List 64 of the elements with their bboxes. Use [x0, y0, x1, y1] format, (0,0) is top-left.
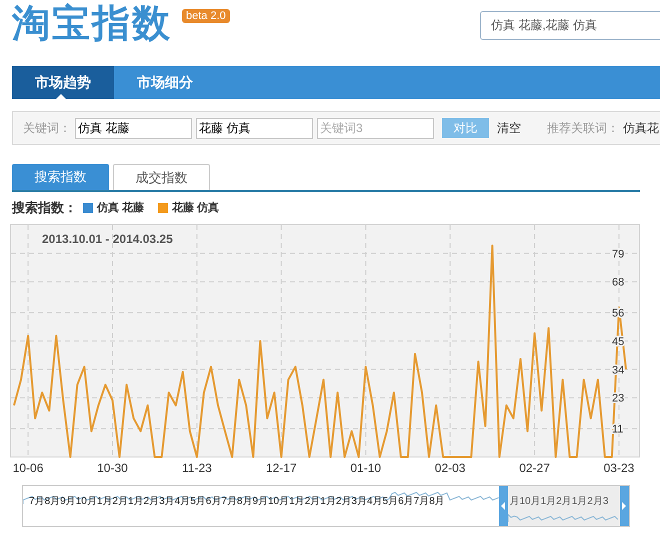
right-handle[interactable] [620, 486, 629, 526]
caret-right-icon [622, 502, 627, 510]
month-label: 1月 [128, 496, 144, 508]
month-label: 4月 [174, 496, 190, 508]
month-label: 1月 [96, 496, 112, 508]
keyword-field[interactable]: 仿真 花藤 [75, 118, 192, 138]
logo: 淘宝指数 [12, 2, 172, 46]
month-label: 1月 [572, 496, 588, 508]
nav-tab[interactable]: 市场趋势 [12, 66, 114, 99]
x-tick-label: 12-17 [266, 461, 297, 475]
x-tick-label: 02-03 [434, 461, 466, 475]
y-tick-label: 79 [612, 248, 624, 260]
month-label: 7月 [29, 496, 45, 508]
legend-label: 仿真 花藤 [97, 200, 144, 216]
month-label: 2月 [587, 496, 603, 508]
month-label: 7月 [414, 496, 430, 508]
month-label: 8月 [236, 496, 252, 508]
legend-label: 花藤 仿真 [172, 200, 220, 216]
keyword-field[interactable]: 关键词3 [317, 118, 434, 138]
month-label: 7月 [221, 496, 237, 508]
month-label: 1月 [320, 496, 336, 508]
month-label: 2月 [112, 496, 128, 508]
month-label: 10月 [76, 496, 97, 508]
month-label: 10月 [519, 496, 541, 508]
caret-left-icon [501, 502, 506, 510]
keyword-field[interactable]: 花藤 仿真 [196, 118, 313, 138]
x-tick-label: 01-10 [350, 461, 382, 475]
keyword-label: 关键词： [23, 120, 71, 137]
month-label: 3月 [351, 496, 367, 508]
x-tick-label: 10-30 [97, 461, 128, 475]
month-label: 2月 [304, 496, 320, 508]
x-tick-label: 10-06 [12, 461, 44, 475]
month-label: 9月 [252, 496, 268, 508]
x-tick-label: 11-23 [182, 461, 212, 475]
left-handle[interactable] [499, 486, 508, 526]
index-tab[interactable]: 成交指数 [113, 164, 210, 190]
month-label: 2月 [556, 496, 572, 508]
x-tick-label: 02-27 [519, 461, 550, 475]
search-field[interactable]: 仿真 花藤,花藤 仿真 [480, 11, 660, 40]
month-label: 月 [509, 496, 520, 508]
month-label: 2月 [336, 496, 352, 508]
month-label: 5月 [382, 496, 398, 508]
month-label: 10月 [268, 496, 290, 508]
y-tick-label: 68 [612, 276, 624, 289]
x-tick-label: 03-23 [604, 461, 634, 475]
date-range: 2013.10.01 - 2014.03.25 [42, 232, 173, 246]
month-label: 5月 [190, 496, 206, 508]
month-label: 4月 [366, 496, 382, 508]
clear-link[interactable]: 清空 [497, 119, 521, 137]
related-label: 推荐关联词： [547, 120, 619, 137]
legend-title: 搜索指数： [12, 199, 77, 218]
month-label: 6月 [398, 496, 414, 508]
month-label: 8月 [44, 496, 60, 508]
month-label: 8月 [429, 496, 445, 508]
month-label: 1月 [540, 496, 556, 508]
beta-badge: beta 2.0 [182, 9, 230, 23]
month-label: 1月 [289, 496, 305, 508]
month-label: 2月 [144, 496, 160, 508]
month-label: 3月 [159, 496, 175, 508]
related-keyword[interactable]: 仿真花 [623, 119, 659, 137]
month-label: 3 [602, 496, 608, 508]
month-label: 9月 [60, 496, 76, 508]
month-label: 6月 [206, 496, 222, 508]
selected-range[interactable]: 月 10月 1月 2月 1月 2月3 [499, 486, 629, 526]
